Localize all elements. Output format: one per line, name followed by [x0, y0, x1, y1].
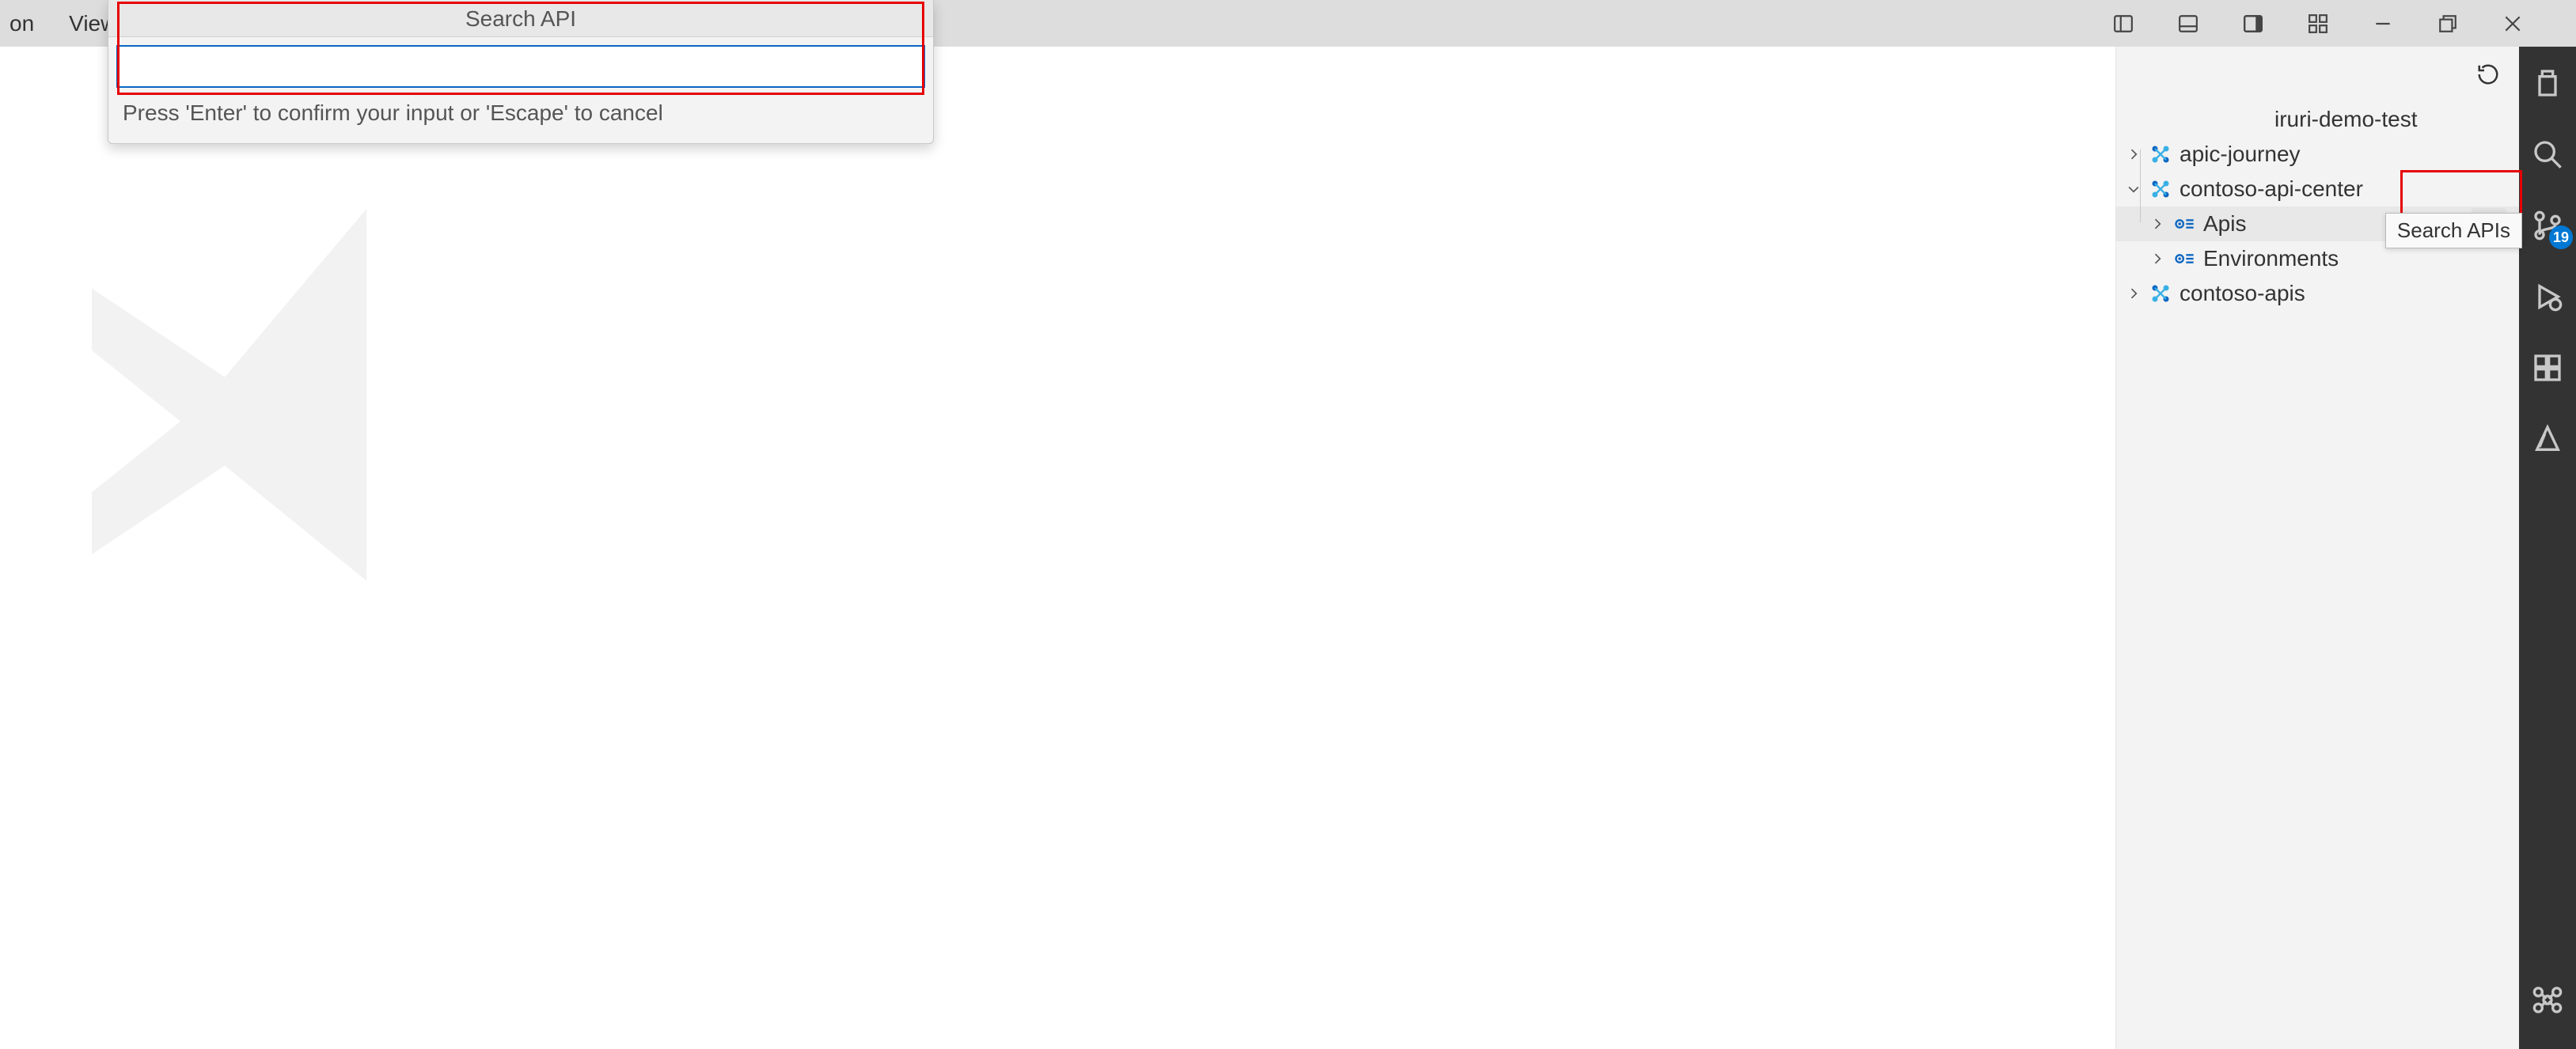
tooltip-search-apis: Search APIs: [2385, 213, 2522, 248]
chevron-right-icon: [2149, 251, 2165, 267]
chevron-right-icon: [2149, 216, 2165, 232]
gear-list-icon: [2173, 248, 2195, 270]
activity-run-debug[interactable]: [2530, 279, 2565, 314]
panel-right-icon[interactable]: [2237, 8, 2269, 40]
graph-icon: [2532, 984, 2563, 1016]
command-palette-input[interactable]: [116, 45, 925, 88]
editor-area: [0, 47, 2115, 1049]
command-palette: Search API Press 'Enter' to confirm your…: [108, 0, 934, 144]
azure-node-icon: [2149, 282, 2172, 305]
layout-customize-icon[interactable]: [2302, 8, 2334, 40]
activity-source-control[interactable]: 19: [2530, 208, 2565, 243]
activity-azure[interactable]: [2530, 422, 2565, 456]
source-control-badge: 19: [2549, 225, 2573, 249]
gear-list-icon: [2173, 213, 2195, 235]
tree-row-contoso-apis[interactable]: contoso-apis: [2116, 276, 2519, 311]
azure-icon: [2532, 423, 2563, 455]
command-palette-hint: Press 'Enter' to confirm your input or '…: [108, 91, 933, 143]
extensions-icon: [2532, 352, 2563, 384]
chevron-down-icon: [2126, 181, 2142, 197]
workbench: iruri-demo-test apic-journey: [0, 47, 2576, 1049]
chevron-right-icon: [2126, 286, 2142, 301]
activity-bar: 19: [2519, 47, 2576, 1049]
azure-tree: iruri-demo-test apic-journey: [2116, 47, 2519, 311]
title-bar-controls: [2107, 0, 2576, 47]
panel-bottom-icon[interactable]: [2172, 8, 2204, 40]
tree-label: apic-journey: [2180, 142, 2301, 167]
play-bug-icon: [2532, 281, 2563, 312]
tree-row-root-partial[interactable]: iruri-demo-test: [2116, 102, 2519, 137]
activity-api-center[interactable]: [2530, 983, 2565, 1017]
panel-left-icon[interactable]: [2107, 8, 2139, 40]
tree-guide-line: [2140, 150, 2141, 222]
tree-row-apic-journey[interactable]: apic-journey: [2116, 137, 2519, 172]
azure-node-icon: [2149, 178, 2172, 200]
window-close-icon[interactable]: [2497, 8, 2529, 40]
search-icon: [2532, 138, 2563, 170]
menu-item-partial-left[interactable]: on: [8, 8, 36, 40]
tree-label: Environments: [2203, 246, 2339, 271]
activity-explorer[interactable]: [2530, 66, 2565, 100]
tree-label: iruri-demo-test: [2274, 107, 2417, 132]
activity-extensions[interactable]: [2530, 350, 2565, 385]
tree-label: Apis: [2203, 211, 2246, 237]
activity-search[interactable]: [2530, 137, 2565, 172]
azure-side-panel: iruri-demo-test apic-journey: [2115, 47, 2519, 1049]
azure-node-icon: [2149, 143, 2172, 165]
window-restore-icon[interactable]: [2432, 8, 2464, 40]
command-palette-title: Search API: [108, 0, 933, 37]
window-minimize-icon[interactable]: [2367, 8, 2399, 40]
vscode-watermark-icon: [47, 173, 491, 616]
tree-row-contoso-api-center[interactable]: contoso-api-center: [2116, 172, 2519, 206]
chevron-right-icon: [2126, 146, 2142, 162]
tree-label: contoso-apis: [2180, 281, 2305, 306]
tree-label: contoso-api-center: [2180, 176, 2363, 202]
